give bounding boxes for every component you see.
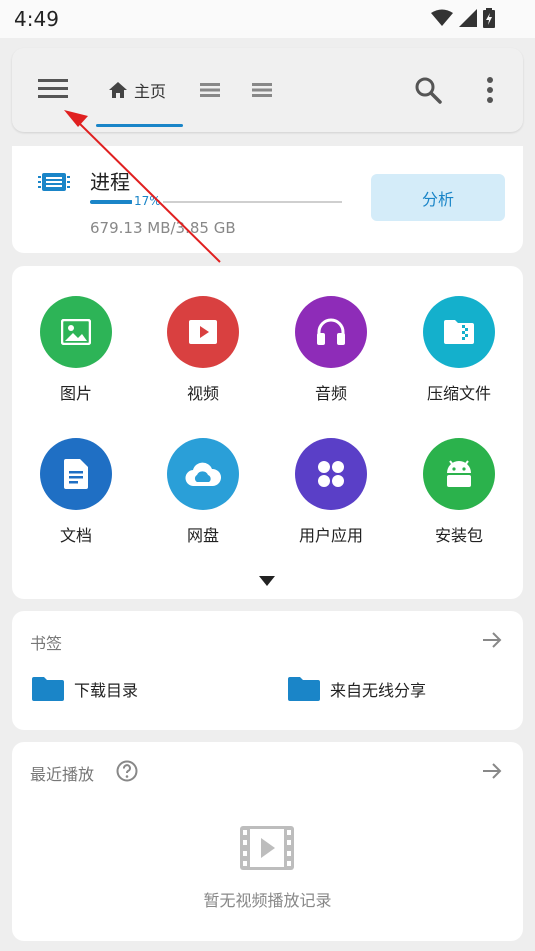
android-icon <box>447 460 471 487</box>
category-circle <box>40 438 112 510</box>
category-audio[interactable]: 音频 <box>271 296 391 404</box>
arrow-right-icon[interactable] <box>481 629 503 651</box>
search-icon[interactable] <box>414 76 442 104</box>
memory-chip-icon <box>38 173 70 191</box>
help-icon[interactable] <box>116 760 138 782</box>
category-video[interactable]: 视频 <box>143 296 263 404</box>
memory-progress-label: 17% <box>132 194 163 208</box>
wifi-icon <box>431 9 453 26</box>
category-images[interactable]: 图片 <box>16 296 136 404</box>
signal-icon <box>459 9 477 27</box>
arrow-right-icon[interactable] <box>481 760 503 782</box>
tab-home[interactable]: 主页 <box>108 78 166 102</box>
bookmark-item[interactable]: 来自无线分享 <box>288 677 426 701</box>
category-user-apps[interactable]: 用户应用 <box>271 438 391 546</box>
memory-usage-text: 679.13 MB/3.85 GB <box>90 219 236 237</box>
battery-icon <box>483 8 495 28</box>
archive-icon <box>444 320 474 344</box>
recent-playback-card: 最近播放 暂无视频播放记录 <box>12 742 523 941</box>
category-circle <box>423 296 495 368</box>
top-app-bar: 主页 <box>12 48 523 132</box>
status-bar: 4:49 <box>0 0 535 38</box>
image-icon <box>61 319 91 345</box>
category-circle <box>40 296 112 368</box>
tab-indicator <box>96 124 183 127</box>
headphones-icon <box>317 318 345 345</box>
bookmark-label: 下载目录 <box>74 681 139 700</box>
category-label: 音频 <box>314 384 347 403</box>
list-icon <box>252 83 272 97</box>
category-label: 网盘 <box>186 526 219 545</box>
bookmark-item[interactable]: 下载目录 <box>32 677 138 701</box>
category-archives[interactable]: 压缩文件 <box>399 296 519 404</box>
category-documents[interactable]: 文档 <box>16 438 136 546</box>
document-icon <box>64 459 88 489</box>
expand-more-icon[interactable] <box>259 576 275 586</box>
more-vert-icon[interactable] <box>486 76 494 104</box>
category-label: 用户应用 <box>298 526 363 545</box>
categories-card: 图片 视频 音频 压缩文件 文档 网盘 用户应用 安装包 <box>12 266 523 599</box>
tab-list-2[interactable] <box>252 82 272 98</box>
tab-list-1[interactable] <box>200 82 220 98</box>
category-circle <box>167 438 239 510</box>
bookmarks-card: 书签 下载目录 来自无线分享 <box>12 611 523 730</box>
category-label: 文档 <box>59 526 92 545</box>
category-circle <box>295 438 367 510</box>
apps-icon <box>318 461 344 487</box>
tab-home-label: 主页 <box>134 82 167 101</box>
category-label: 图片 <box>59 384 92 403</box>
category-label: 压缩文件 <box>426 384 491 403</box>
menu-icon[interactable] <box>38 76 68 102</box>
category-apk[interactable]: 安装包 <box>399 438 519 546</box>
memory-progress-bar <box>90 200 342 204</box>
analyze-button[interactable]: 分析 <box>371 174 505 221</box>
category-cloud[interactable]: 网盘 <box>143 438 263 546</box>
bookmarks-title: 书签 <box>30 634 63 653</box>
category-label: 安装包 <box>434 526 483 545</box>
list-icon <box>200 83 220 97</box>
process-card: 进程 17% 679.13 MB/3.85 GB 分析 <box>12 146 523 253</box>
category-circle <box>295 296 367 368</box>
folder-icon <box>288 677 320 701</box>
status-icons <box>431 8 495 28</box>
bookmark-label: 来自无线分享 <box>330 681 427 700</box>
empty-state-text: 暂无视频播放记录 <box>203 891 332 910</box>
cloud-icon <box>185 462 221 487</box>
film-icon <box>240 826 294 870</box>
video-icon <box>189 320 217 344</box>
memory-progress-fill <box>90 200 133 204</box>
folder-icon <box>32 677 64 701</box>
process-title: 进程 <box>90 170 130 194</box>
category-circle <box>167 296 239 368</box>
category-label: 视频 <box>186 384 219 403</box>
status-time: 4:49 <box>14 7 59 31</box>
home-icon <box>109 82 127 98</box>
recent-title: 最近播放 <box>30 765 95 784</box>
category-circle <box>423 438 495 510</box>
